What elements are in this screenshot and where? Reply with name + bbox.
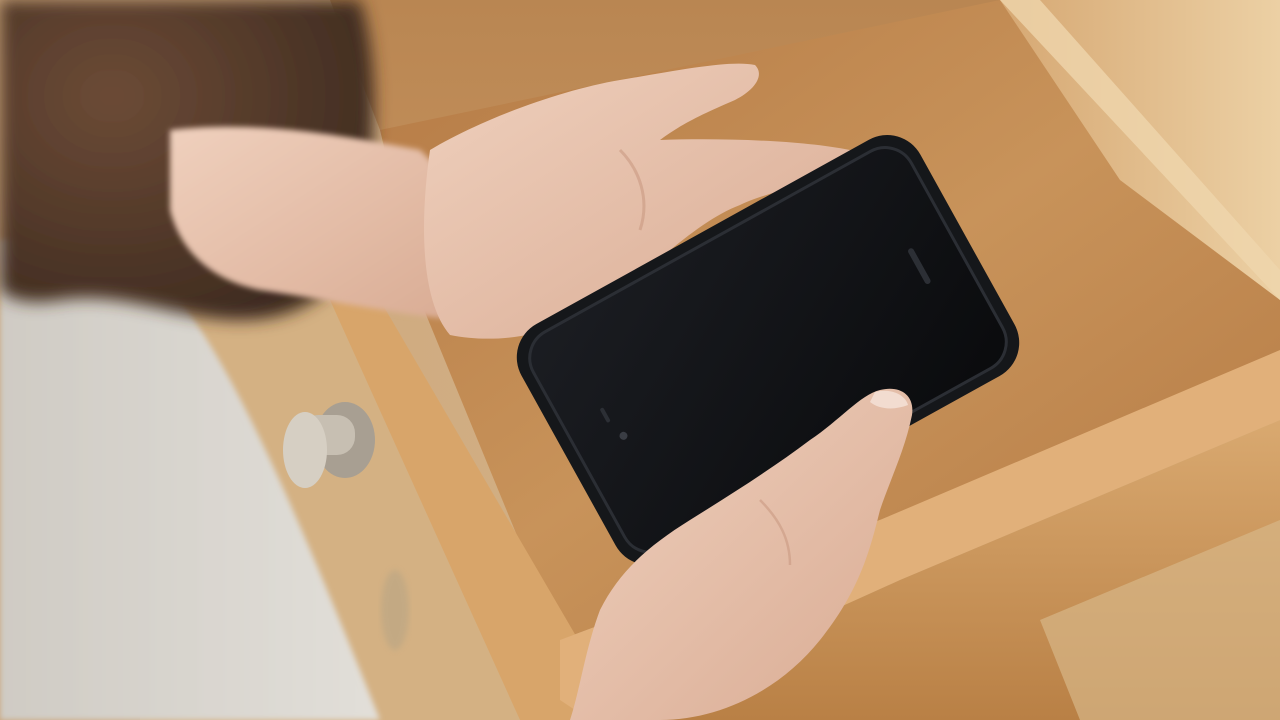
scene-illustration (0, 0, 1280, 720)
photo-scene (0, 0, 1280, 720)
lower-knob-icon (381, 570, 409, 650)
